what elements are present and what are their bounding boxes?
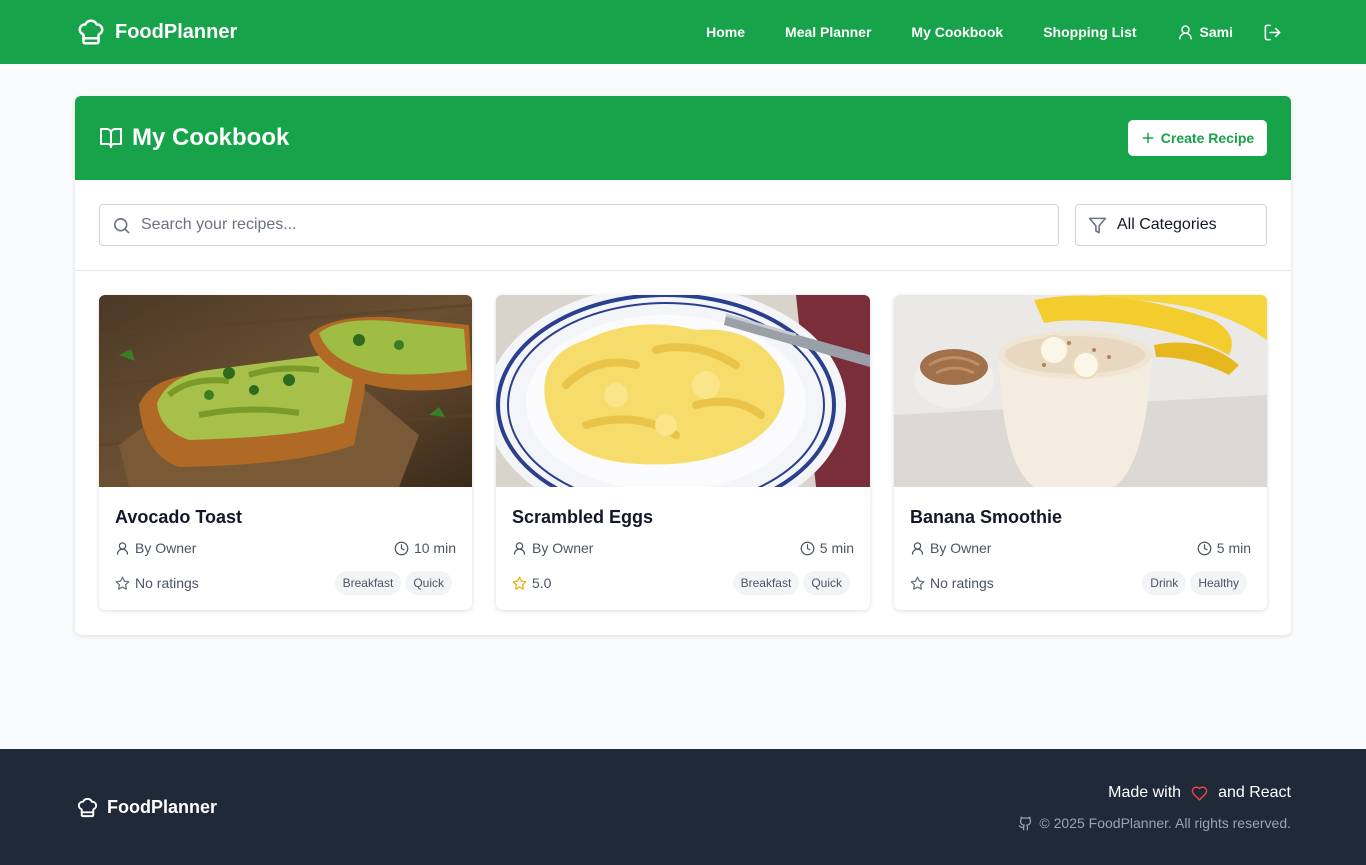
- panel-header: My Cookbook Create Recipe: [75, 96, 1291, 180]
- category-select-value: All Categories: [1117, 216, 1217, 233]
- user-menu[interactable]: Sami: [1177, 24, 1233, 41]
- recipe-tag: Healthy: [1190, 571, 1247, 595]
- user-icon: [115, 541, 130, 556]
- recipe-time-text: 5 min: [1216, 540, 1251, 556]
- filter-bar: All Categories: [75, 180, 1291, 271]
- logout-icon: [1263, 23, 1282, 42]
- made-with-text: Made with and React: [1108, 784, 1291, 802]
- github-icon[interactable]: [1018, 816, 1033, 831]
- recipe-tags: Breakfast Quick: [334, 571, 452, 595]
- user-icon: [512, 541, 527, 556]
- plus-icon: [1141, 131, 1155, 145]
- recipe-author: By Owner: [910, 540, 991, 556]
- create-recipe-button[interactable]: Create Recipe: [1128, 120, 1267, 156]
- recipe-title: Banana Smoothie: [910, 507, 1063, 527]
- recipe-image-avocado-toast: [99, 295, 472, 487]
- recipe-time: 5 min: [1197, 540, 1251, 556]
- recipe-author-text: By Owner: [135, 540, 197, 556]
- recipe-card[interactable]: Banana Smoothie By Owner 5 min No rating…: [894, 295, 1267, 610]
- recipe-rating-text: No ratings: [135, 575, 199, 591]
- recipe-grid: Avocado Toast By Owner 10 min No ratings…: [99, 295, 1267, 610]
- nav-meal-planner[interactable]: Meal Planner: [785, 24, 871, 40]
- page-title-text: My Cookbook: [132, 124, 290, 151]
- recipe-time: 10 min: [394, 540, 456, 556]
- clock-icon: [394, 541, 409, 556]
- user-icon: [910, 541, 925, 556]
- star-outline-icon: [910, 576, 925, 591]
- recipe-card[interactable]: Avocado Toast By Owner 10 min No ratings…: [99, 295, 472, 610]
- recipe-time-text: 5 min: [819, 540, 854, 556]
- recipe-author-text: By Owner: [532, 540, 594, 556]
- recipe-tag: Quick: [803, 571, 850, 595]
- recipe-title: Avocado Toast: [115, 507, 243, 527]
- recipe-rating-text: No ratings: [930, 575, 994, 591]
- recipe-author: By Owner: [512, 540, 593, 556]
- top-navbar: FoodPlanner Home Meal Planner My Cookboo…: [0, 0, 1366, 64]
- nav-home[interactable]: Home: [706, 24, 745, 40]
- recipe-rating-text: 5.0: [532, 575, 552, 591]
- recipe-tags: Drink Healthy: [1142, 571, 1247, 595]
- recipe-tag: Drink: [1142, 571, 1187, 595]
- search-icon: [112, 216, 131, 235]
- recipe-time-text: 10 min: [413, 540, 456, 556]
- category-select[interactable]: All Categories: [1075, 204, 1267, 246]
- recipe-image-scrambled-eggs: [496, 295, 870, 487]
- recipe-meta: By Owner 5 min: [512, 540, 854, 556]
- chef-hat-icon: [76, 17, 106, 47]
- brand-link[interactable]: FoodPlanner: [76, 17, 237, 47]
- brand-name: FoodPlanner: [115, 20, 238, 43]
- search-box[interactable]: [99, 204, 1059, 246]
- chef-hat-icon: [76, 796, 99, 819]
- recipe-tags: Breakfast Quick: [732, 571, 850, 595]
- footer-brand: FoodPlanner: [76, 796, 217, 819]
- copyright: © 2025 FoodPlanner. All rights reserved.: [1018, 815, 1291, 831]
- book-open-icon: [99, 126, 123, 150]
- recipe-meta: By Owner 5 min: [910, 540, 1251, 556]
- recipe-footer: 5.0 Breakfast Quick: [512, 571, 850, 595]
- recipe-tag: Breakfast: [732, 571, 800, 595]
- recipe-rating: No ratings: [115, 575, 199, 591]
- clock-icon: [1197, 541, 1212, 556]
- recipe-tag: Breakfast: [334, 571, 402, 595]
- recipe-title: Scrambled Eggs: [512, 507, 654, 527]
- logout-button[interactable]: [1263, 23, 1282, 42]
- cookbook-panel: My Cookbook Create Recipe All Categories: [75, 96, 1291, 635]
- recipe-tag: Quick: [405, 571, 452, 595]
- recipe-author-text: By Owner: [930, 540, 992, 556]
- recipe-footer: No ratings Drink Healthy: [910, 571, 1247, 595]
- star-outline-icon: [115, 576, 130, 591]
- recipe-card[interactable]: Scrambled Eggs By Owner 5 min 5.0 Breakf…: [496, 295, 870, 610]
- clock-icon: [800, 541, 815, 556]
- recipe-image-banana-smoothie: [894, 295, 1267, 487]
- page-title: My Cookbook: [99, 124, 289, 152]
- recipe-rating: No ratings: [910, 575, 994, 591]
- recipe-rating: 5.0: [512, 575, 551, 591]
- user-icon: [1177, 24, 1194, 41]
- nav-links: Home Meal Planner My Cookbook Shopping L…: [706, 0, 1282, 64]
- made-with-prefix: Made with: [1108, 784, 1182, 801]
- recipe-footer: No ratings Breakfast Quick: [115, 571, 452, 595]
- filter-icon: [1088, 216, 1107, 235]
- recipe-meta: By Owner 10 min: [115, 540, 456, 556]
- page-footer: FoodPlanner Made with and React © 2025 F…: [0, 749, 1366, 865]
- footer-brand-name: FoodPlanner: [107, 797, 218, 817]
- user-name: Sami: [1199, 24, 1233, 40]
- create-recipe-label: Create Recipe: [1160, 130, 1255, 146]
- copyright-text: © 2025 FoodPlanner. All rights reserved.: [1039, 815, 1291, 831]
- heart-icon: [1187, 785, 1212, 802]
- recipe-time: 5 min: [800, 540, 854, 556]
- nav-my-cookbook[interactable]: My Cookbook: [911, 24, 1003, 40]
- search-input[interactable]: [141, 216, 1041, 234]
- made-with-suffix: and React: [1218, 784, 1291, 801]
- star-filled-icon: [512, 576, 527, 591]
- recipe-author: By Owner: [115, 540, 196, 556]
- nav-shopping-list[interactable]: Shopping List: [1043, 24, 1136, 40]
